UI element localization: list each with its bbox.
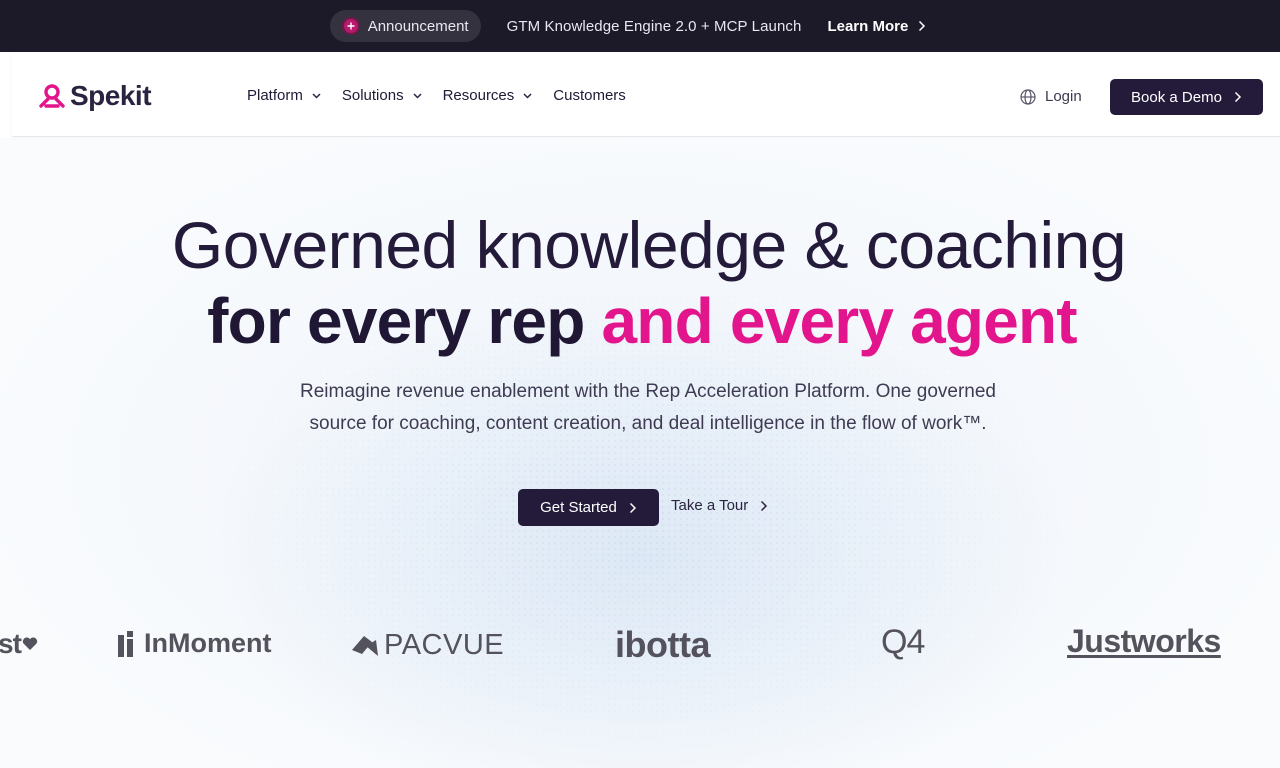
plus-icon bbox=[341, 17, 360, 35]
nav-item-solutions[interactable]: Solutions bbox=[342, 87, 422, 104]
chevron-right-icon bbox=[629, 502, 636, 513]
announcement-bar: Announcement GTM Knowledge Engine 2.0 + … bbox=[0, 0, 1280, 52]
pacvue-mark-icon bbox=[352, 635, 378, 656]
announcement-text: GTM Knowledge Engine 2.0 + MCP Launch bbox=[506, 17, 802, 35]
get-started-button[interactable]: Get Started bbox=[518, 489, 659, 526]
nav-item-platform[interactable]: Platform bbox=[247, 87, 321, 104]
logo-text: Spekit bbox=[70, 80, 152, 111]
customer-logo-inmoment: InMoment bbox=[116, 628, 272, 659]
nav-item-resources[interactable]: Resources bbox=[443, 87, 533, 104]
hero-heading-line1: Governed knowledge & coaching bbox=[171, 208, 1127, 282]
customer-logo-text: Justworks bbox=[1067, 623, 1221, 659]
chevron-right-icon bbox=[919, 20, 926, 32]
nav-links: Platform Solutions Resources Customers bbox=[247, 87, 647, 104]
customer-logo-ibotta: ibotta bbox=[615, 624, 710, 666]
chevron-down-icon bbox=[413, 93, 422, 99]
nav-item-label: Resources bbox=[442, 87, 515, 104]
announcement-badge: Announcement bbox=[329, 10, 481, 42]
take-a-tour-link[interactable]: Take a Tour bbox=[671, 497, 768, 514]
nav-item-label: Solutions bbox=[341, 87, 404, 104]
announcement-content: Announcement GTM Knowledge Engine 2.0 + … bbox=[329, 10, 927, 42]
heart-icon bbox=[22, 637, 38, 650]
logo[interactable]: Spekit bbox=[38, 80, 152, 112]
customer-logo-text: PACVUE bbox=[384, 629, 505, 661]
customer-logos: st InMoment PACVUE ibotta Q4 Justworks bbox=[0, 615, 1280, 675]
inmoment-mark-icon bbox=[118, 630, 133, 657]
nav-item-customers[interactable]: Customers bbox=[553, 87, 626, 104]
book-demo-button[interactable]: Book a Demo bbox=[1110, 79, 1263, 115]
hero-heading-line2-start: for every rep bbox=[207, 285, 602, 357]
customer-logo-pacvue: PACVUE bbox=[350, 629, 504, 662]
announcement-badge-label: Announcement bbox=[367, 17, 469, 35]
customer-logo-text: Q4 bbox=[881, 623, 925, 661]
get-started-label: Get Started bbox=[540, 499, 617, 516]
globe-icon bbox=[1020, 88, 1036, 105]
nav-item-label: Platform bbox=[247, 87, 303, 104]
nav-item-label: Customers bbox=[553, 87, 626, 104]
customer-logo-justworks: Justworks bbox=[1067, 623, 1221, 660]
book-demo-label: Book a Demo bbox=[1131, 88, 1222, 106]
take-a-tour-label: Take a Tour bbox=[671, 497, 749, 514]
customer-logo-q4: Q4 bbox=[881, 623, 925, 662]
spekit-logo-icon bbox=[39, 84, 65, 108]
chevron-right-icon bbox=[761, 500, 768, 511]
learn-more-link[interactable]: Learn More bbox=[827, 18, 926, 35]
chevron-right-icon bbox=[1234, 91, 1241, 103]
hero-heading-line2: for every rep and every agent bbox=[0, 283, 1280, 359]
hero-subtitle-line1: Reimagine revenue enablement with the Re… bbox=[299, 381, 996, 402]
customer-logo-partial: st bbox=[0, 628, 38, 660]
learn-more-label: Learn More bbox=[827, 17, 909, 35]
customer-logo-text: st bbox=[0, 628, 22, 659]
chevron-down-icon bbox=[312, 93, 321, 99]
login-label: Login bbox=[1045, 88, 1082, 105]
chevron-down-icon bbox=[523, 93, 532, 99]
customer-logo-text: InMoment bbox=[144, 628, 272, 658]
main-nav: Spekit Platform Solutions Resources Cust… bbox=[12, 52, 1280, 137]
hero-subtitle: Reimagine revenue enablement with the Re… bbox=[240, 376, 1056, 440]
hero-heading-accent: and every agent bbox=[601, 285, 1078, 357]
login-link[interactable]: Login bbox=[1020, 88, 1082, 105]
hero-subtitle-line2: source for coaching, content creation, a… bbox=[309, 413, 987, 434]
customer-logo-text: ibotta bbox=[615, 624, 710, 665]
